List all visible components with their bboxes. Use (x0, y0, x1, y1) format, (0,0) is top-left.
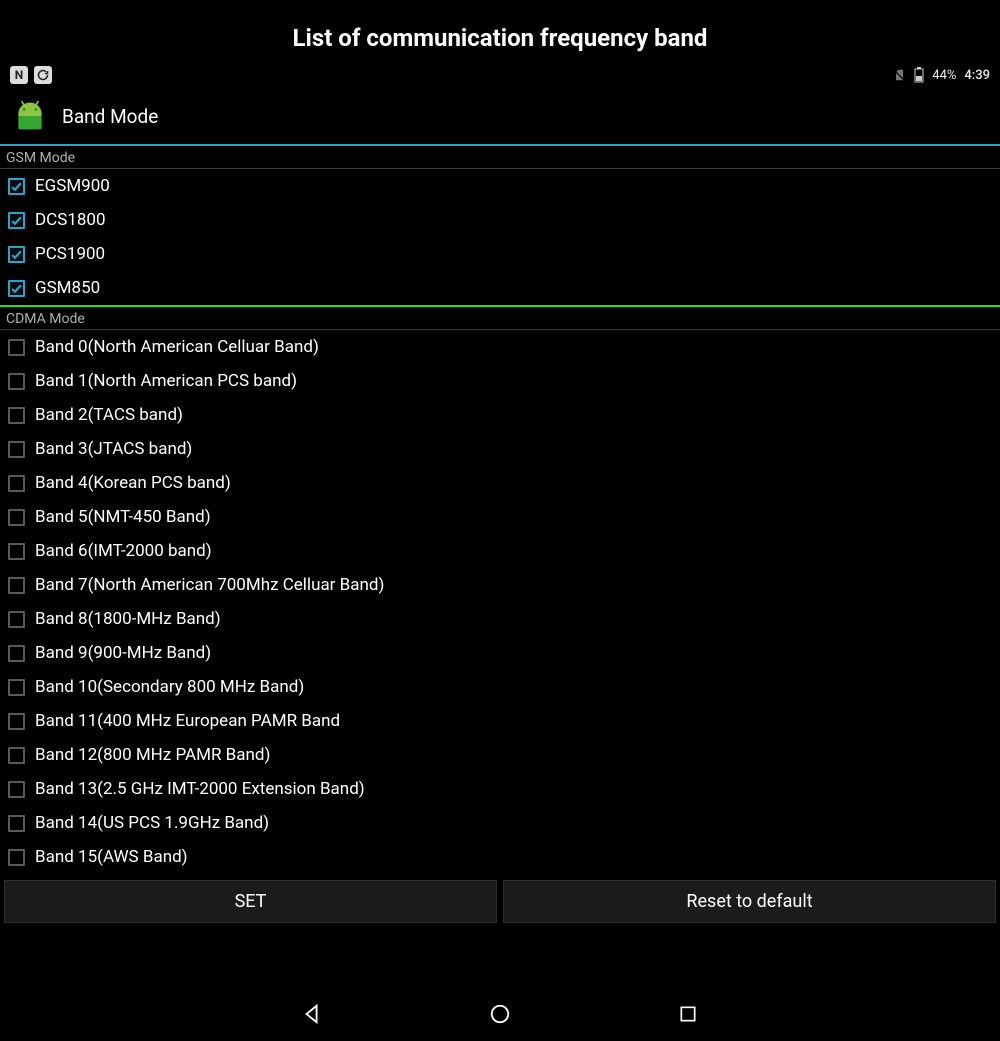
band-list-item[interactable]: Band 0(North American Celluar Band) (0, 330, 1000, 364)
back-icon[interactable] (298, 1000, 326, 1028)
band-list-item[interactable]: Band 15(AWS Band) (0, 840, 1000, 874)
section-header: CDMA Mode (0, 307, 1000, 330)
band-label: Band 9(900-MHz Band) (35, 643, 211, 663)
app-bar-title: Band Mode (62, 105, 158, 128)
checkbox-icon[interactable] (8, 407, 25, 424)
status-left-icons: N (10, 66, 52, 84)
checkbox-icon[interactable] (8, 475, 25, 492)
band-list-item[interactable]: Band 6(IMT-2000 band) (0, 534, 1000, 568)
band-list-item[interactable]: Band 8(1800-MHz Band) (0, 602, 1000, 636)
band-label: Band 8(1800-MHz Band) (35, 609, 221, 629)
refresh-circle-icon (34, 66, 52, 84)
band-list-item[interactable]: Band 10(Secondary 800 MHz Band) (0, 670, 1000, 704)
checkbox-icon[interactable] (8, 849, 25, 866)
checkbox-icon[interactable] (8, 713, 25, 730)
band-label: Band 7(North American 700Mhz Celluar Ban… (35, 575, 384, 595)
checkbox-icon[interactable] (8, 280, 25, 297)
band-list-item[interactable]: Band 13(2.5 GHz IMT-2000 Extension Band) (0, 772, 1000, 806)
checkbox-icon[interactable] (8, 373, 25, 390)
overview-icon[interactable] (674, 1000, 702, 1028)
letter-n-icon: N (10, 66, 28, 84)
band-label: Band 0(North American Celluar Band) (35, 337, 319, 357)
checkbox-icon[interactable] (8, 781, 25, 798)
set-button[interactable]: SET (4, 880, 497, 923)
battery-percent: 44% (932, 68, 956, 83)
checkbox-icon[interactable] (8, 815, 25, 832)
band-label: Band 4(Korean PCS band) (35, 473, 231, 493)
band-label: EGSM900 (35, 176, 110, 196)
band-list-item[interactable]: PCS1900 (0, 237, 1000, 271)
checkbox-icon[interactable] (8, 246, 25, 263)
checkbox-icon[interactable] (8, 212, 25, 229)
band-list-item[interactable]: DCS1800 (0, 203, 1000, 237)
checkbox-icon[interactable] (8, 577, 25, 594)
band-label: Band 5(NMT-450 Band) (35, 507, 211, 527)
band-list-item[interactable]: EGSM900 (0, 169, 1000, 203)
band-list-item[interactable]: Band 11(400 MHz European PAMR Band (0, 704, 1000, 738)
band-list-item[interactable]: Band 3(JTACS band) (0, 432, 1000, 466)
navigation-bar (0, 985, 1000, 1041)
app-bar: Band Mode (0, 88, 1000, 144)
page-title: List of communication frequency band (0, 0, 1000, 66)
band-label: Band 14(US PCS 1.9GHz Band) (35, 813, 269, 833)
band-list-item[interactable]: Band 7(North American 700Mhz Celluar Ban… (0, 568, 1000, 602)
band-list-item[interactable]: Band 14(US PCS 1.9GHz Band) (0, 806, 1000, 840)
checkbox-icon[interactable] (8, 645, 25, 662)
band-label: DCS1800 (35, 210, 106, 230)
reset-button[interactable]: Reset to default (503, 880, 996, 923)
band-label: Band 3(JTACS band) (35, 439, 192, 459)
button-row: SET Reset to default (0, 880, 1000, 923)
section-header: GSM Mode (0, 146, 1000, 169)
android-icon (10, 98, 50, 134)
checkbox-icon[interactable] (8, 339, 25, 356)
status-bar: N 44% 4:39 (0, 66, 1000, 88)
checkbox-icon[interactable] (8, 747, 25, 764)
band-label: Band 13(2.5 GHz IMT-2000 Extension Band) (35, 779, 365, 799)
clock: 4:39 (964, 68, 990, 83)
band-label: Band 12(800 MHz PAMR Band) (35, 745, 270, 765)
checkbox-icon[interactable] (8, 178, 25, 195)
band-label: GSM850 (35, 278, 100, 298)
band-list-item[interactable]: Band 4(Korean PCS band) (0, 466, 1000, 500)
home-icon[interactable] (486, 1000, 514, 1028)
band-list-item[interactable]: Band 12(800 MHz PAMR Band) (0, 738, 1000, 772)
band-label: PCS1900 (35, 244, 105, 264)
band-label: Band 2(TACS band) (35, 405, 183, 425)
band-list-item[interactable]: GSM850 (0, 271, 1000, 305)
checkbox-icon[interactable] (8, 679, 25, 696)
no-sim-icon (892, 68, 906, 82)
band-list-item[interactable]: Band 2(TACS band) (0, 398, 1000, 432)
band-list-item[interactable]: Band 5(NMT-450 Band) (0, 500, 1000, 534)
band-label: Band 6(IMT-2000 band) (35, 541, 212, 561)
band-list-item[interactable]: Band 9(900-MHz Band) (0, 636, 1000, 670)
checkbox-icon[interactable] (8, 611, 25, 628)
checkbox-icon[interactable] (8, 441, 25, 458)
band-label: Band 1(North American PCS band) (35, 371, 297, 391)
band-label: Band 11(400 MHz European PAMR Band (35, 711, 340, 731)
checkbox-icon[interactable] (8, 543, 25, 560)
battery-icon (914, 67, 924, 83)
band-label: Band 10(Secondary 800 MHz Band) (35, 677, 304, 697)
band-label: Band 15(AWS Band) (35, 847, 188, 867)
checkbox-icon[interactable] (8, 509, 25, 526)
band-list-item[interactable]: Band 1(North American PCS band) (0, 364, 1000, 398)
